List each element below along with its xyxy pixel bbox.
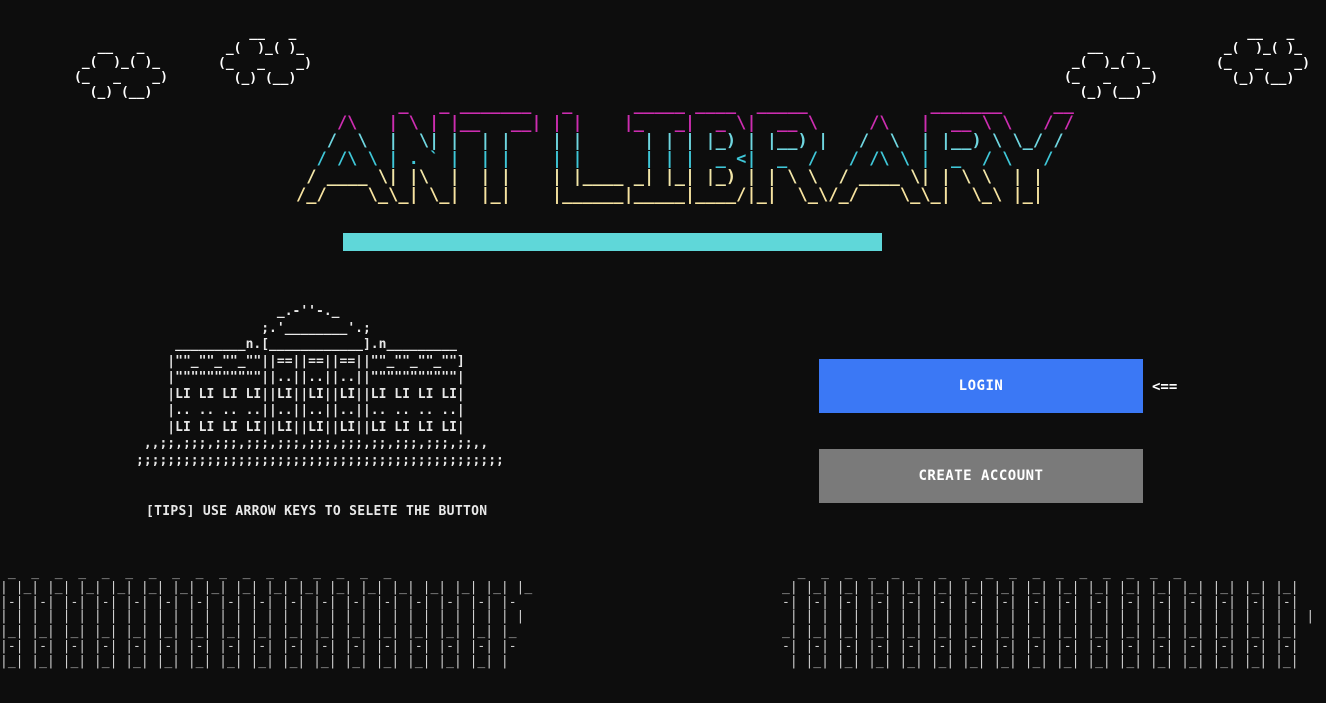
login-button[interactable]: LOGIN — [819, 359, 1143, 413]
title-art-line: / ____ \| |\ | | | | |____ _| |_| |_) | … — [296, 167, 1044, 187]
cloud-art-3: __ _ _( )_( )_ (_ _ _) (_) (__) — [1064, 40, 1158, 100]
title-art-line: / \ | \| | | | | | | | | |_) | |__) | / … — [296, 131, 1064, 151]
cloud-art-1: __ _ _( )_( )_ (_ _ _) (_) (__) — [74, 40, 168, 100]
create-account-button[interactable]: CREATE ACCOUNT — [819, 449, 1143, 503]
ascii-city-skyline-right: _ _ _ _ _ _ _ _ _ _ _ _ _ _ _ _ _ _| |_|… — [782, 566, 1315, 669]
app-title-art: _ _ _______ _ _____ ____ _____ _______ _… — [296, 96, 1074, 204]
tips-text: [TIPS] USE ARROW KEYS TO SELETE THE BUTT… — [146, 504, 488, 519]
cloud-art-2: __ _ _( )_( )_ (_ _ _) (_) (__) — [218, 26, 312, 86]
ascii-city-skyline-left: _ _ _ _ _ _ _ _ _ _ _ _ _ _ _ _ _ | |_| … — [0, 566, 533, 669]
cloud-art-4: __ _ _( )_( )_ (_ _ _) (_) (__) — [1216, 26, 1310, 86]
title-art-line: /_/ \_\_| \_| |_| |______|_____|____/|_|… — [296, 185, 1044, 205]
title-art-line: /\ | \ | |__ __| | | |_ _| _ \| __ \ /\ … — [296, 113, 1074, 133]
title-art-line: _ _ _______ _ _____ ____ _____ _______ _… — [296, 95, 1074, 115]
ascii-library-building-icon: _.-''-._ ;.'________'.; _________n.[____… — [136, 304, 504, 468]
title-art-line: / /\ \ | . ` | | | | | | | | _ <| _ / / … — [296, 149, 1054, 169]
loading-progress-bar — [343, 233, 882, 251]
left-arrow-icon: <== — [1152, 379, 1178, 395]
